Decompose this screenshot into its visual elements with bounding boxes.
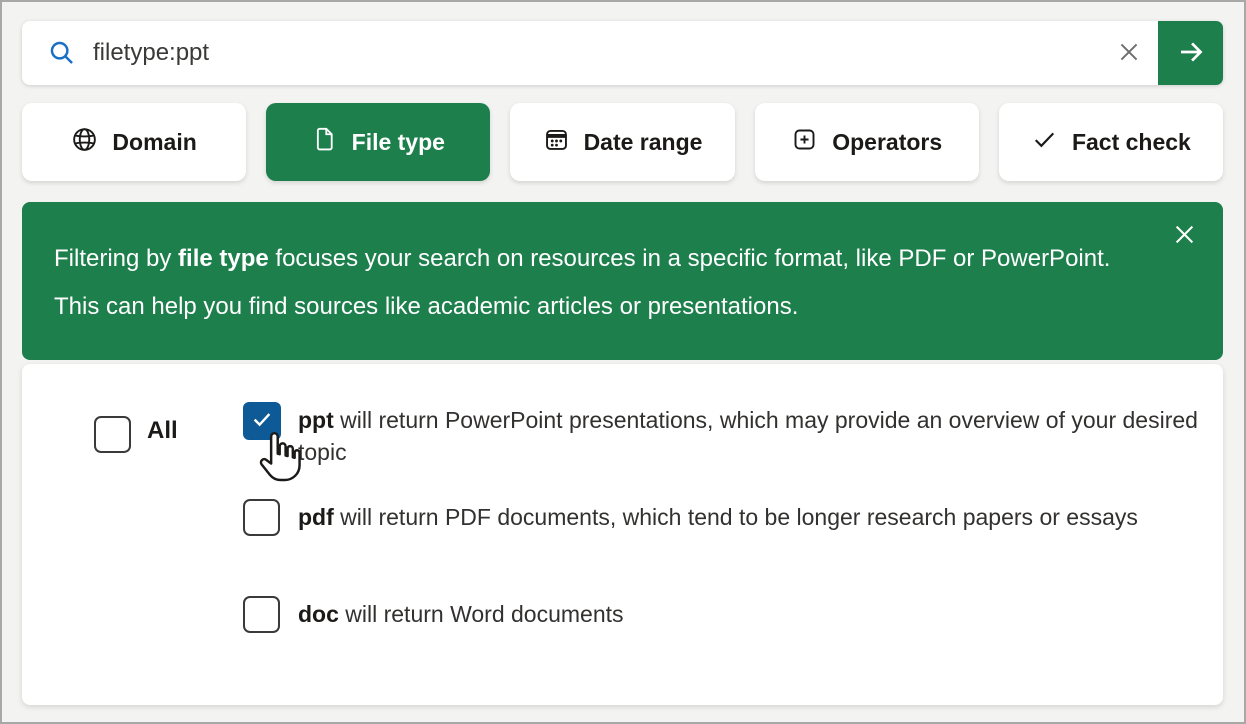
filter-button-date-range[interactable]: Date range xyxy=(510,103,734,181)
banner-text: Filtering by file type focuses your sear… xyxy=(54,235,1144,331)
doc-desc-text: will return Word documents xyxy=(339,601,624,627)
close-icon xyxy=(1171,221,1198,251)
banner-text-before: Filtering by xyxy=(54,245,178,272)
doc-term: doc xyxy=(298,601,339,627)
filter-button-operators[interactable]: Operators xyxy=(755,103,979,181)
pdf-option-description: pdf will return PDF documents, which ten… xyxy=(298,501,1138,533)
pdf-checkbox[interactable] xyxy=(243,499,280,536)
arrow-right-icon xyxy=(1175,36,1207,71)
file-type-options-panel: All ppt will return PowerPoint presentat… xyxy=(22,364,1223,705)
doc-checkbox[interactable] xyxy=(243,596,280,633)
search-input[interactable] xyxy=(76,21,1100,85)
ppt-option-description: ppt will return PowerPoint presentations… xyxy=(298,404,1198,468)
filter-button-label: File type xyxy=(352,129,445,156)
all-checkbox[interactable] xyxy=(94,416,131,453)
search-icon xyxy=(48,39,76,67)
search-bar xyxy=(22,21,1223,85)
pdf-term: pdf xyxy=(298,504,334,530)
clear-search-button[interactable] xyxy=(1100,21,1158,85)
banner-text-bold: file type xyxy=(178,245,269,272)
filter-button-file-type[interactable]: File type xyxy=(266,103,490,181)
close-icon xyxy=(1115,38,1143,69)
calendar-icon xyxy=(543,126,570,159)
filter-button-label: Operators xyxy=(832,129,942,156)
all-checkbox-label: All xyxy=(147,417,178,445)
ppt-term: ppt xyxy=(298,407,334,433)
globe-icon xyxy=(71,126,98,159)
banner-close-button[interactable] xyxy=(1164,216,1204,256)
file-type-info-banner: Filtering by file type focuses your sear… xyxy=(22,202,1223,360)
filter-button-label: Domain xyxy=(112,129,196,156)
search-filter-page: { "search": { "query": "filetype:ppt", "… xyxy=(0,0,1246,724)
doc-option-description: doc will return Word documents xyxy=(298,598,624,630)
document-icon xyxy=(312,126,338,158)
checkmark-icon xyxy=(249,406,275,437)
filter-button-label: Fact check xyxy=(1072,129,1191,156)
plus-square-icon xyxy=(791,126,818,159)
filter-button-domain[interactable]: Domain xyxy=(22,103,246,181)
filter-buttons-row: Domain File type Date range xyxy=(22,103,1223,181)
ppt-desc-text: will return PowerPoint presentations, wh… xyxy=(298,407,1198,465)
pdf-desc-text: will return PDF documents, which tend to… xyxy=(334,504,1138,530)
checkmark-icon xyxy=(1031,126,1058,159)
ppt-checkbox[interactable] xyxy=(243,402,281,440)
filter-button-label: Date range xyxy=(584,129,703,156)
search-submit-button[interactable] xyxy=(1158,21,1223,85)
filter-button-fact-check[interactable]: Fact check xyxy=(999,103,1223,181)
